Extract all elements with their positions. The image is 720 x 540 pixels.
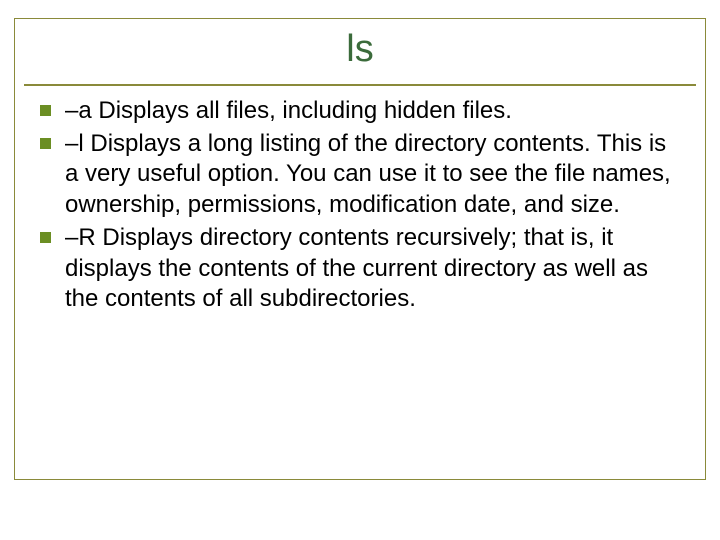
- option-desc: Displays all files, including hidden fil…: [92, 97, 512, 124]
- square-bullet-icon: [40, 138, 51, 149]
- option-flag: –R: [65, 224, 96, 251]
- list-item: –a Displays all files, including hidden …: [40, 96, 684, 127]
- slide: ls –a Displays all files, including hidd…: [0, 0, 720, 540]
- option-desc: Displays a long listing of the directory…: [65, 130, 671, 218]
- option-flag: –l: [65, 130, 84, 157]
- list-item: –l Displays a long listing of the direct…: [40, 129, 684, 221]
- list-item-text: –a Displays all files, including hidden …: [65, 96, 684, 127]
- bullet-list: –a Displays all files, including hidden …: [40, 96, 684, 317]
- option-flag: –a: [65, 97, 92, 124]
- option-desc: Displays directory contents recursively;…: [65, 224, 648, 312]
- slide-title: ls: [0, 28, 720, 71]
- square-bullet-icon: [40, 232, 51, 243]
- list-item-text: –l Displays a long listing of the direct…: [65, 129, 684, 221]
- list-item: –R Displays directory contents recursive…: [40, 223, 684, 315]
- list-item-text: –R Displays directory contents recursive…: [65, 223, 684, 315]
- square-bullet-icon: [40, 105, 51, 116]
